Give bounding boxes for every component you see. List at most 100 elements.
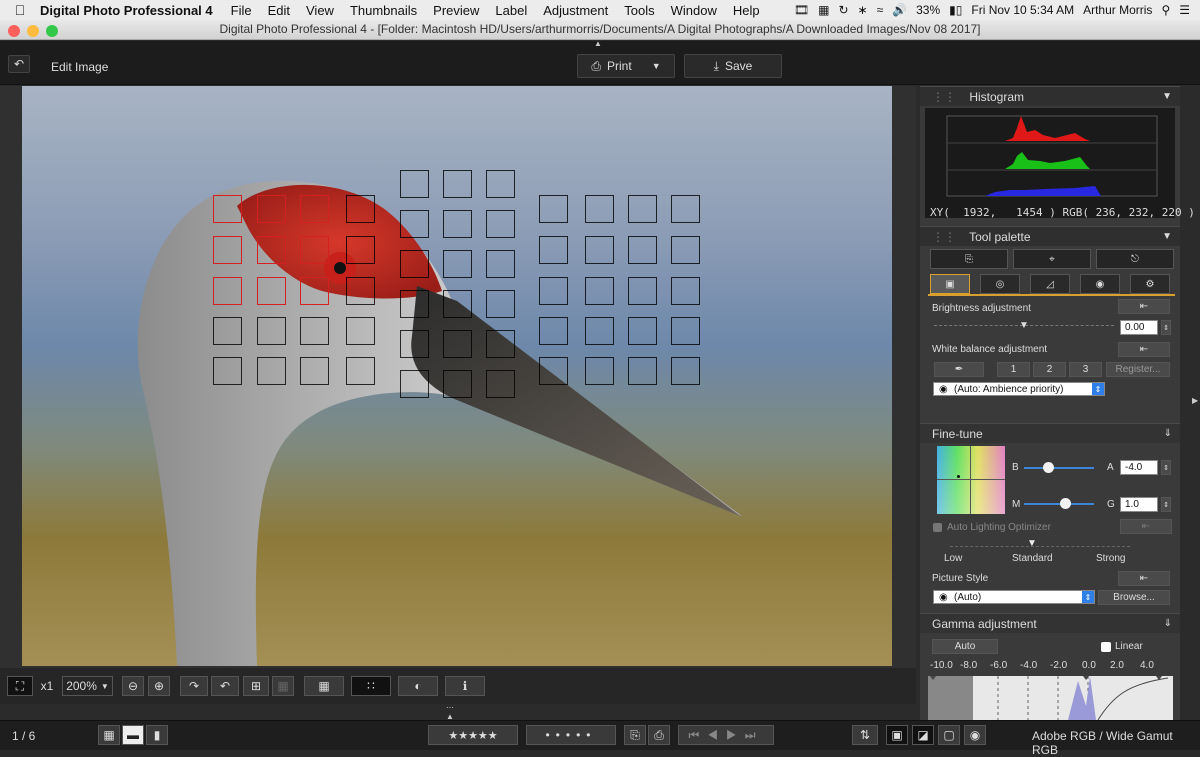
battery-icon[interactable]: ▮▯ bbox=[949, 3, 962, 17]
wifi-icon[interactable]: ≈ bbox=[877, 3, 884, 17]
browse-button[interactable]: Browse... bbox=[1098, 590, 1170, 605]
alo-reset-button[interactable]: ⇤ bbox=[1120, 519, 1172, 534]
info-button[interactable]: ℹ bbox=[445, 676, 485, 696]
tool-adjust-button[interactable]: ⎘ bbox=[930, 249, 1008, 269]
menu-edit[interactable]: Edit bbox=[260, 3, 298, 18]
apple-menu-icon[interactable]:  bbox=[0, 2, 40, 18]
ba-value-field[interactable]: -4.0 bbox=[1120, 460, 1158, 475]
zoom-in-button[interactable]: ⊕ bbox=[148, 676, 170, 696]
bluetooth-icon[interactable]: ∗ bbox=[858, 3, 868, 17]
copy-recipe-button[interactable]: ⎘ bbox=[624, 725, 646, 745]
thumbnail-grid-button[interactable]: ▦ bbox=[98, 725, 120, 745]
menu-help[interactable]: Help bbox=[725, 3, 768, 18]
ba-stepper[interactable]: ⇕ bbox=[1161, 460, 1171, 475]
camera-view-button[interactable]: ◉ bbox=[964, 725, 986, 745]
menu-view[interactable]: View bbox=[298, 3, 342, 18]
gamma-graph[interactable] bbox=[928, 676, 1173, 720]
menu-file[interactable]: File bbox=[223, 3, 260, 18]
alo-checkbox[interactable] bbox=[933, 523, 942, 532]
view-single-button[interactable]: ▣ bbox=[886, 725, 908, 745]
brightness-reset-button[interactable]: ⇤ bbox=[1118, 299, 1170, 314]
fine-tune-header[interactable]: Fine-tune ⇓ bbox=[920, 423, 1180, 443]
tab-lens[interactable]: ◎ bbox=[980, 274, 1020, 294]
image-canvas[interactable] bbox=[0, 86, 916, 668]
view-compare-button[interactable]: ▢ bbox=[938, 725, 960, 745]
brightness-value-field[interactable]: 0.00 bbox=[1120, 320, 1158, 335]
navigation-buttons[interactable]: ⏮◀▶⏭ bbox=[678, 725, 774, 745]
menu-window[interactable]: Window bbox=[663, 3, 725, 18]
zoom-select[interactable]: 200% ▼ bbox=[62, 676, 113, 696]
compare-button[interactable]: ▦ bbox=[272, 676, 294, 696]
minimize-window-button[interactable] bbox=[27, 25, 39, 37]
rotate-left-button[interactable]: ↷ bbox=[180, 676, 208, 696]
wb-reset-button[interactable]: ⇤ bbox=[1118, 342, 1170, 357]
panel-toggle-icon[interactable]: ⋯ ▲ bbox=[446, 703, 455, 721]
save-button[interactable]: ⤓ Save bbox=[684, 54, 782, 78]
filmstrip-horizontal-button[interactable]: ▬ bbox=[122, 725, 144, 745]
tab-settings[interactable]: ⚙ bbox=[1130, 274, 1170, 294]
wb-custom-3-button[interactable]: 3 bbox=[1069, 362, 1102, 377]
close-window-button[interactable] bbox=[8, 25, 20, 37]
picture-style-reset-button[interactable]: ⇤ bbox=[1118, 571, 1170, 586]
tool-crop-button[interactable]: ⌖ bbox=[1013, 249, 1091, 269]
tab-basic[interactable]: ▣ bbox=[930, 274, 970, 294]
user-name[interactable]: Arthur Morris bbox=[1083, 3, 1152, 17]
paste-recipe-button[interactable]: ⎙ bbox=[648, 725, 670, 745]
menu-preview[interactable]: Preview bbox=[425, 3, 487, 18]
alo-slider-thumb[interactable]: ▼ bbox=[1027, 538, 1037, 549]
color-wheel-picker[interactable] bbox=[937, 446, 1005, 514]
fit-to-screen-button[interactable]: ⛶ bbox=[7, 676, 33, 696]
wb-custom-1-button[interactable]: 1 bbox=[997, 362, 1030, 377]
mg-slider-track[interactable] bbox=[1024, 503, 1094, 505]
ba-slider-thumb[interactable] bbox=[1043, 462, 1054, 473]
histogram-header[interactable]: ⋮⋮ Histogram ▼ bbox=[920, 86, 1180, 106]
alo-slider-track[interactable] bbox=[950, 546, 1130, 547]
zoom-out-button[interactable]: ⊖ bbox=[122, 676, 144, 696]
mg-stepper[interactable]: ⇕ bbox=[1161, 497, 1171, 512]
menu-label[interactable]: Label bbox=[487, 3, 535, 18]
mg-slider-thumb[interactable] bbox=[1060, 498, 1071, 509]
rating-buttons[interactable]: ★★★★★ bbox=[428, 725, 518, 745]
linear-checkbox[interactable] bbox=[1101, 642, 1111, 652]
battery-text[interactable]: 33% bbox=[916, 3, 940, 17]
ba-slider-track[interactable] bbox=[1024, 467, 1094, 469]
menu-list-icon[interactable]: ☰ bbox=[1179, 3, 1190, 17]
time-machine-icon[interactable]: ↻ bbox=[838, 3, 848, 17]
rotate-right-button[interactable]: ↶ bbox=[211, 676, 239, 696]
grid-icon[interactable]: ▦ bbox=[818, 3, 829, 17]
wb-register-button[interactable]: Register... bbox=[1106, 362, 1170, 377]
print-button[interactable]: ⎙ Print ▼ bbox=[577, 54, 675, 78]
zoom-window-button[interactable] bbox=[46, 25, 58, 37]
volume-icon[interactable]: 🔊 bbox=[892, 3, 907, 17]
wb-eyedropper-button[interactable]: ✒ bbox=[934, 362, 984, 377]
highlight-alert-button[interactable]: ◐ bbox=[398, 676, 438, 696]
clock[interactable]: Fri Nov 10 5:34 AM bbox=[971, 3, 1074, 17]
brightness-stepper[interactable]: ⇕ bbox=[1161, 320, 1171, 335]
wb-mode-select[interactable]: ◉ (Auto: Ambience priority) ⇕ bbox=[933, 382, 1105, 396]
tab-tone-curve[interactable]: ◿ bbox=[1030, 274, 1070, 294]
zoom-1x-button[interactable]: x1 bbox=[34, 676, 60, 696]
filmstrip-vertical-button[interactable]: ▮ bbox=[146, 725, 168, 745]
grid-overlay-button[interactable]: ⊞ bbox=[243, 676, 269, 696]
app-menu[interactable]: Digital Photo Professional 4 bbox=[40, 3, 213, 18]
menu-tools[interactable]: Tools bbox=[616, 3, 662, 18]
wb-custom-2-button[interactable]: 2 bbox=[1033, 362, 1066, 377]
picker-marker[interactable] bbox=[957, 475, 960, 478]
collapse-toolbar-icon[interactable]: ▲ bbox=[594, 39, 602, 48]
back-button[interactable]: ↶ bbox=[8, 55, 30, 73]
label-buttons[interactable]: ••••• bbox=[526, 725, 616, 745]
search-icon[interactable]: ⚲ bbox=[1161, 3, 1170, 17]
menu-thumbnails[interactable]: Thumbnails bbox=[342, 3, 425, 18]
preview-image[interactable] bbox=[22, 86, 892, 666]
panel-expand-icon[interactable]: ▶ bbox=[1192, 396, 1198, 405]
tool-stamp-button[interactable]: ⎋ bbox=[1096, 249, 1174, 269]
menu-adjustment[interactable]: Adjustment bbox=[535, 3, 616, 18]
af-points-button[interactable]: ∷ bbox=[351, 676, 391, 696]
picture-style-select[interactable]: ◉ (Auto) ⇕ bbox=[933, 590, 1095, 604]
gamma-header[interactable]: Gamma adjustment ⇓ bbox=[920, 613, 1180, 633]
mg-value-field[interactable]: 1.0 bbox=[1120, 497, 1158, 512]
gamma-auto-button[interactable]: Auto bbox=[932, 639, 998, 654]
tab-color[interactable]: ◉ bbox=[1080, 274, 1120, 294]
tool-palette-header[interactable]: ⋮⋮ Tool palette ▼ bbox=[920, 226, 1180, 246]
grid-view-button[interactable]: ▦ bbox=[304, 676, 344, 696]
